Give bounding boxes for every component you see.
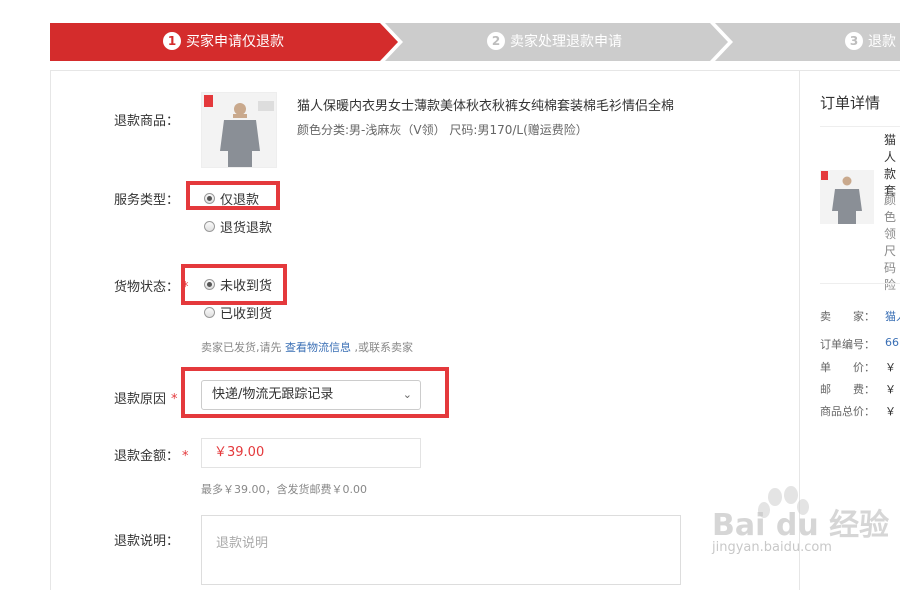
- order-product-image[interactable]: [820, 170, 874, 224]
- goods-status-received[interactable]: 已收到货: [204, 303, 272, 322]
- product-sku: 颜色分类:男-浅麻灰（V领） 尺码:男170/L(赠运费险）: [297, 123, 588, 137]
- view-logistics-link[interactable]: 查看物流信息: [285, 341, 351, 354]
- order-seller-label: 卖 家：: [820, 310, 875, 323]
- goods-status-label-text: 货物状态：: [114, 280, 180, 295]
- step-3-label: 退款: [868, 34, 896, 50]
- refund-amount-hint: 最多￥39.00，含发货邮费￥0.00: [201, 483, 367, 496]
- brand-tag-icon: [821, 171, 828, 180]
- product-thumbnail-art: [202, 93, 276, 167]
- highlight-refund-reason: [181, 367, 449, 418]
- radio-unchecked-icon[interactable]: [204, 221, 215, 232]
- hint-prefix: 卖家已发货,请先: [201, 341, 282, 354]
- order-seller-value[interactable]: 猫人: [885, 308, 900, 324]
- goods-status-label: 货物状态： *: [114, 276, 189, 295]
- service-type-label: 服务类型：: [114, 193, 180, 208]
- order-details-divider: [820, 126, 900, 127]
- refund-amount-label-text: 退款金额：: [114, 449, 180, 464]
- logistics-hint: 卖家已发货,请先 查看物流信息 ,或联系卖家: [201, 339, 413, 355]
- order-details-title: 订单详情: [820, 94, 881, 112]
- refund-form-panel: [50, 70, 800, 590]
- step-2-number: 2: [487, 32, 505, 50]
- order-thumbnail-art: [820, 170, 874, 224]
- step-2-label: 卖家处理退款申请: [510, 34, 622, 50]
- order-unit-price-value: ￥: [885, 361, 896, 374]
- order-details-divider: [820, 283, 900, 284]
- order-number-label: 订单编号：: [820, 338, 875, 351]
- order-shipping-value: ￥: [885, 383, 896, 396]
- service-type-return-refund[interactable]: 退货退款: [204, 217, 272, 236]
- order-total-value: ￥: [885, 405, 896, 418]
- refund-progress-steps: 1 买家申请仅退款 2 卖家处理退款申请 3 退款: [50, 23, 900, 61]
- order-total-label: 商品总价：: [820, 405, 875, 418]
- refund-note-label: 退款说明：: [114, 534, 180, 549]
- hint-suffix: ,或联系卖家: [354, 341, 414, 354]
- radio-unchecked-icon[interactable]: [204, 307, 215, 318]
- refund-note-textarea[interactable]: 退款说明: [201, 515, 681, 585]
- service-type-option-label: 退货退款: [220, 221, 273, 236]
- product-title[interactable]: 猫人保暖内衣男女士薄款美体秋衣秋裤女纯棉套装棉毛衫情侣全棉: [297, 95, 674, 114]
- product-image[interactable]: [201, 92, 277, 168]
- refund-amount-label: 退款金额： *: [114, 445, 189, 464]
- refund-reason-label: 退款原因 *: [114, 388, 178, 407]
- step-1-label: 买家申请仅退款: [186, 34, 284, 50]
- required-mark: *: [182, 449, 189, 464]
- order-product-name[interactable]: 猫人款套: [884, 132, 900, 200]
- watermark-brand: Bai du 经验: [712, 508, 890, 543]
- goods-status-option-label: 已收到货: [220, 307, 273, 322]
- order-product-sku: 颜色领尺码险: [884, 193, 897, 292]
- brand-tag-icon: [204, 95, 213, 107]
- refund-amount-input[interactable]: ￥39.00: [201, 438, 421, 468]
- order-number-value[interactable]: 66: [885, 336, 899, 349]
- step-1-number: 1: [163, 32, 181, 50]
- refund-reason-label-text: 退款原因: [114, 392, 167, 407]
- product-label: 退款商品：: [114, 114, 180, 129]
- highlight-service-type: [186, 181, 280, 210]
- required-mark: *: [171, 392, 178, 407]
- order-shipping-label: 邮 费：: [820, 383, 875, 396]
- highlight-goods-status: [181, 264, 287, 305]
- watermark-url: jingyan.baidu.com: [712, 540, 832, 555]
- order-unit-price-label: 单 价：: [820, 361, 875, 374]
- step-3-number: 3: [845, 32, 863, 50]
